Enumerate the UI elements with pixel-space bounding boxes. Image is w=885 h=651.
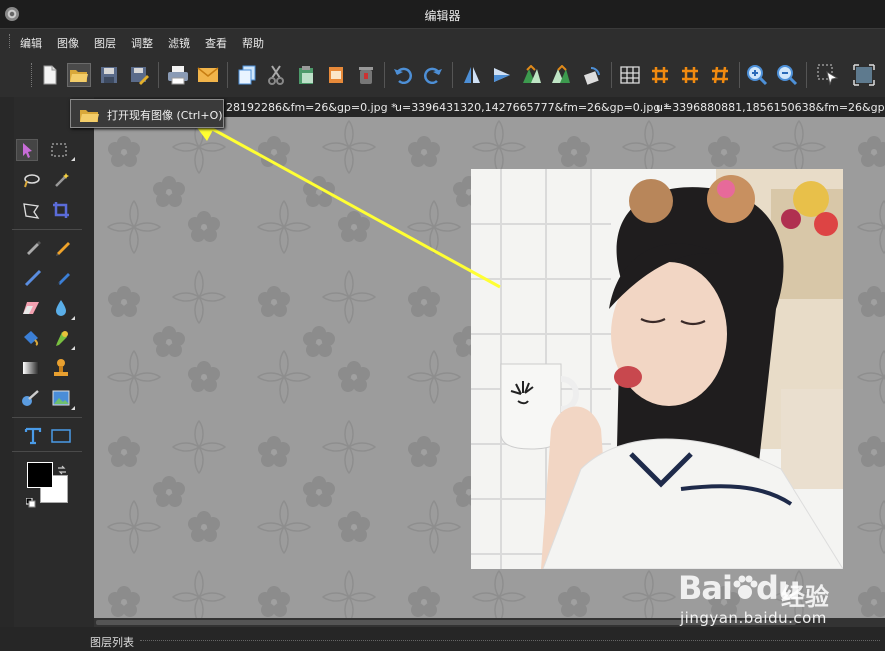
tool-separator — [12, 451, 82, 452]
stamp-icon[interactable] — [50, 357, 72, 379]
paste-icon[interactable] — [294, 63, 318, 87]
open-folder-icon — [79, 106, 101, 128]
open-image-tooltip: 打开现有图像 (Ctrl+O) — [70, 99, 224, 128]
menu-grip — [9, 34, 13, 48]
grid-hash-icon[interactable] — [708, 63, 732, 87]
title-bar: 编辑器 — [0, 0, 885, 29]
polygon-lasso-icon[interactable] — [20, 199, 42, 221]
eraser-icon[interactable] — [20, 297, 42, 319]
paw-icon — [732, 572, 758, 599]
perspective-grid-icon[interactable] — [618, 63, 642, 87]
fit-screen-icon[interactable] — [852, 63, 876, 87]
image-layer-photo[interactable] — [471, 169, 843, 569]
tool-expand-indicator — [71, 406, 75, 410]
tab-document-3[interactable]: u=3396880881,1856150638&fm=26&gp=0.jp — [656, 101, 885, 114]
smudge-icon[interactable] — [20, 387, 42, 409]
toolbar-separator — [452, 62, 453, 88]
flip-horizontal-icon[interactable] — [460, 63, 484, 87]
tool-separator — [12, 229, 82, 230]
toolbar-grip — [31, 63, 34, 87]
toolbar-separator — [384, 62, 385, 88]
color-picker-icon[interactable] — [50, 327, 72, 349]
selection-arrow-icon[interactable] — [816, 63, 840, 87]
pencil-icon[interactable] — [22, 236, 44, 258]
menu-layer[interactable]: 图层 — [94, 35, 116, 51]
save-as-icon[interactable] — [127, 63, 151, 87]
girl-drinking-photo — [471, 169, 843, 569]
toolbar-separator — [806, 62, 807, 88]
window-title: 编辑器 — [424, 9, 461, 23]
grid-icon[interactable] — [648, 63, 672, 87]
toolbar-separator — [158, 62, 159, 88]
panel-grip — [140, 640, 880, 642]
magic-wand-icon[interactable] — [50, 169, 72, 191]
toolbar-separator — [739, 62, 740, 88]
toolbar-separator — [227, 62, 228, 88]
redo-icon[interactable] — [421, 63, 445, 87]
grid-alt-icon[interactable] — [678, 63, 702, 87]
foreground-color-swatch[interactable] — [27, 462, 53, 488]
rotate-right-icon[interactable] — [549, 63, 573, 87]
menu-help[interactable]: 帮助 — [242, 35, 264, 51]
rotate-icon[interactable] — [580, 63, 604, 87]
zoom-in-icon[interactable] — [745, 63, 769, 87]
open-folder-icon[interactable] — [67, 63, 91, 87]
swap-colors-icon[interactable] — [57, 460, 67, 479]
menu-edit[interactable]: 编辑 — [20, 35, 42, 51]
copy-icon[interactable] — [235, 63, 259, 87]
menu-image[interactable]: 图像 — [57, 35, 79, 51]
water-drop-icon[interactable] — [50, 297, 72, 319]
toolbar-separator — [611, 62, 612, 88]
rect-select-icon[interactable] — [48, 139, 70, 161]
delete-icon[interactable] — [354, 63, 378, 87]
annotation-arrow — [189, 117, 501, 289]
email-icon[interactable] — [196, 63, 220, 87]
menu-view[interactable]: 查看 — [205, 35, 227, 51]
paintbrush-icon[interactable] — [52, 267, 74, 289]
cut-icon[interactable] — [264, 63, 288, 87]
image-icon[interactable] — [50, 387, 72, 409]
pointer-icon[interactable] — [16, 139, 38, 161]
reset-colors-icon[interactable] — [25, 493, 36, 512]
print-icon[interactable] — [166, 63, 190, 87]
rectangle-shape-icon[interactable] — [50, 425, 72, 447]
text-tool-icon[interactable] — [22, 425, 44, 447]
menu-adjust[interactable]: 调整 — [131, 35, 153, 51]
tool-separator — [12, 417, 82, 418]
tool-expand-indicator — [71, 316, 75, 320]
baidu-watermark-url: jingyan.baidu.com — [680, 609, 827, 627]
menu-filter[interactable]: 滤镜 — [168, 35, 190, 51]
tool-expand-indicator — [71, 346, 75, 350]
zoom-out-icon[interactable] — [775, 63, 799, 87]
lasso-icon[interactable] — [20, 169, 42, 191]
tool-panel-edge — [0, 97, 14, 627]
crop-icon[interactable] — [324, 63, 348, 87]
new-file-icon[interactable] — [38, 63, 62, 87]
save-icon[interactable] — [97, 63, 121, 87]
gradient-icon[interactable] — [20, 357, 42, 379]
baidu-watermark-jingyan: 经验 — [781, 583, 829, 611]
paint-bucket-icon[interactable] — [20, 327, 42, 349]
tool-expand-indicator — [71, 157, 75, 161]
undo-icon[interactable] — [391, 63, 415, 87]
flip-vertical-icon[interactable] — [490, 63, 514, 87]
line-icon[interactable] — [22, 267, 44, 289]
tooltip-text: 打开现有图像 (Ctrl+O) — [107, 109, 223, 122]
crop-tool-icon[interactable] — [50, 199, 72, 221]
brush-icon[interactable] — [52, 236, 74, 258]
rotate-left-icon[interactable] — [520, 63, 544, 87]
layers-list-label[interactable]: 图层列表 — [90, 634, 134, 650]
